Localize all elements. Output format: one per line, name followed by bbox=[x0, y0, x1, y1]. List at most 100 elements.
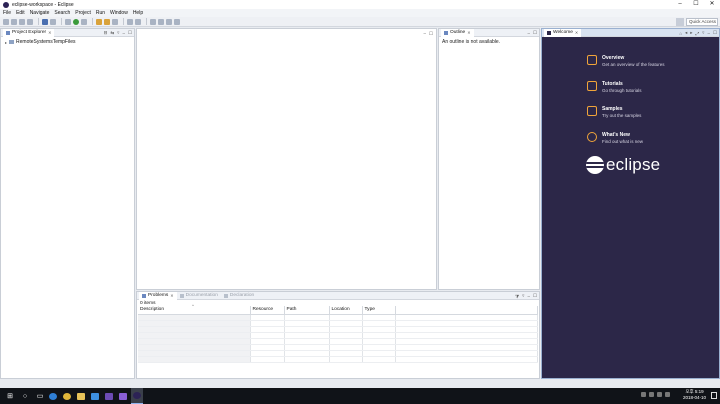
file-explorer-icon[interactable] bbox=[75, 388, 87, 404]
new-java-project-icon[interactable] bbox=[96, 18, 102, 25]
back-icon[interactable] bbox=[166, 18, 172, 25]
close-icon[interactable]: ✕ bbox=[170, 292, 173, 300]
new-class-icon[interactable] bbox=[112, 18, 118, 25]
column-header-location[interactable]: Location bbox=[329, 306, 363, 315]
window-controls: – ☐ ✕ bbox=[672, 0, 720, 9]
search-toolbar-icon[interactable] bbox=[135, 18, 141, 25]
maximize-view-icon[interactable]: ☐ bbox=[713, 30, 717, 36]
welcome-item-tutorials[interactable]: Tutorials Go through tutorials bbox=[587, 81, 642, 93]
project-explorer-panel: Project Explorer ✕ ⊟ ⇆ ▿ – ☐ ▸ RemoteSys… bbox=[0, 28, 135, 379]
tab-label: Problems bbox=[148, 292, 169, 298]
open-perspective-icon[interactable] bbox=[676, 18, 684, 26]
welcome-item-overview[interactable]: Overview Get an overview of the features bbox=[587, 55, 665, 67]
eclipse-icon[interactable] bbox=[131, 388, 143, 404]
vs-icon[interactable] bbox=[103, 388, 115, 404]
view-toolbar: ⧩ ▿ – ☐ bbox=[512, 292, 537, 300]
close-icon[interactable]: ✕ bbox=[467, 29, 470, 37]
menu-navigate[interactable]: Navigate bbox=[30, 10, 50, 16]
maximize-view-icon[interactable]: ☐ bbox=[533, 293, 537, 299]
store-icon[interactable] bbox=[89, 388, 101, 404]
back-nav-icon[interactable]: ◂ bbox=[685, 30, 687, 36]
column-header-path[interactable]: Path bbox=[284, 306, 330, 315]
debug-icon[interactable] bbox=[42, 18, 48, 25]
tab-welcome[interactable]: Welcome ✕ bbox=[544, 28, 582, 37]
home-icon[interactable]: ⌂ bbox=[679, 31, 682, 36]
tab-documentation[interactable]: Documentation bbox=[177, 292, 221, 300]
menu-help[interactable]: Help bbox=[133, 10, 143, 16]
view-menu-icon[interactable]: ▿ bbox=[522, 293, 524, 299]
maximize-view-icon[interactable]: ☐ bbox=[128, 30, 132, 36]
view-menu-icon[interactable]: ▿ bbox=[702, 30, 704, 36]
collapse-all-icon[interactable]: ⊟ bbox=[104, 30, 108, 36]
tree-item[interactable]: ▸ RemoteSystemsTempFiles bbox=[1, 37, 134, 45]
expand-arrow-icon[interactable]: ▸ bbox=[5, 40, 7, 45]
menu-file[interactable]: File bbox=[3, 10, 11, 16]
external-tools-icon[interactable] bbox=[81, 18, 87, 25]
menu-window[interactable]: Window bbox=[110, 10, 128, 16]
save-all-icon[interactable] bbox=[19, 18, 25, 25]
column-header-resource[interactable]: Resource bbox=[250, 306, 285, 315]
notification-icon[interactable] bbox=[711, 392, 717, 399]
visual-studio-icon[interactable] bbox=[117, 388, 129, 404]
maximize-editor-icon[interactable]: ☐ bbox=[429, 31, 433, 37]
link-editor-icon[interactable]: ⇆ bbox=[110, 30, 114, 36]
windows-icon[interactable]: ⊞ bbox=[5, 391, 15, 401]
welcome-item-desc: Get an overview of the features bbox=[602, 62, 665, 67]
next-annotation-icon[interactable] bbox=[150, 18, 156, 25]
tab-problems[interactable]: Problems ✕ bbox=[139, 291, 177, 300]
chevron-up-icon[interactable] bbox=[641, 392, 646, 397]
toolbar-separator bbox=[61, 18, 62, 25]
view-menu-icon[interactable]: ▿ bbox=[117, 30, 119, 36]
minimize-view-icon[interactable]: – bbox=[527, 31, 530, 36]
column-header-description[interactable]: ^ Description bbox=[138, 303, 251, 315]
chrome-icon[interactable] bbox=[61, 388, 73, 404]
new-package-icon[interactable] bbox=[104, 18, 110, 25]
skip-breakpoints-icon[interactable] bbox=[50, 18, 56, 25]
close-icon[interactable]: ✕ bbox=[48, 29, 51, 37]
system-tray bbox=[638, 392, 670, 397]
volume-icon[interactable] bbox=[657, 392, 662, 397]
task-view-icon[interactable]: ▭ bbox=[35, 391, 45, 401]
minimize-view-icon[interactable]: – bbox=[527, 294, 530, 299]
run-icon[interactable] bbox=[73, 18, 79, 25]
filter-icon[interactable]: ⧩ bbox=[515, 294, 519, 299]
restore-icon[interactable]: ⤢ bbox=[696, 31, 700, 36]
menu-edit[interactable]: Edit bbox=[16, 10, 25, 16]
tab-outline[interactable]: Outline ✕ bbox=[441, 28, 474, 37]
minimize-view-icon[interactable]: – bbox=[707, 31, 710, 36]
menu-project[interactable]: Project bbox=[75, 10, 91, 16]
edge-icon[interactable] bbox=[47, 388, 59, 404]
maximize-view-icon[interactable]: ☐ bbox=[533, 30, 537, 36]
taskbar-clock[interactable]: 오후 5:19 2018-04-10 bbox=[683, 389, 706, 401]
tab-label: Project Explorer bbox=[12, 29, 47, 35]
welcome-item-desc: Try out the samples bbox=[602, 113, 642, 118]
toolbar-separator bbox=[38, 18, 39, 25]
forward-icon[interactable] bbox=[174, 18, 180, 25]
minimize-view-icon[interactable]: – bbox=[122, 31, 125, 36]
tab-declaration[interactable]: Declaration bbox=[221, 292, 257, 300]
welcome-item-desc: Find out what is new bbox=[602, 139, 644, 144]
forward-nav-icon[interactable]: ▸ bbox=[690, 30, 692, 36]
minimize-editor-icon[interactable]: – bbox=[423, 31, 426, 37]
previous-annotation-icon[interactable] bbox=[158, 18, 164, 25]
print-icon[interactable] bbox=[27, 18, 33, 25]
language-icon[interactable] bbox=[665, 392, 670, 397]
column-header-type[interactable]: Type bbox=[362, 306, 396, 315]
welcome-item-samples[interactable]: Samples Try out the samples bbox=[587, 106, 641, 118]
search-icon[interactable]: ○ bbox=[20, 391, 30, 401]
quick-access-field[interactable]: Quick Access bbox=[686, 18, 718, 26]
bug-icon[interactable] bbox=[65, 18, 71, 25]
new-icon[interactable] bbox=[3, 18, 9, 25]
close-icon[interactable]: ✕ bbox=[575, 29, 578, 37]
view-toolbar: ⌂ ◂ ▸ ⤢ ▿ – ☐ bbox=[676, 29, 717, 37]
open-type-icon[interactable] bbox=[127, 18, 133, 25]
menu-run[interactable]: Run bbox=[96, 10, 105, 16]
close-button[interactable]: ✕ bbox=[704, 0, 720, 9]
maximize-button[interactable]: ☐ bbox=[688, 0, 704, 9]
minimize-button[interactable]: – bbox=[672, 0, 688, 9]
welcome-item-whats-new[interactable]: What's New Find out what is new bbox=[587, 132, 643, 144]
save-icon[interactable] bbox=[11, 18, 17, 25]
menu-search[interactable]: Search bbox=[54, 10, 70, 16]
network-icon[interactable] bbox=[649, 392, 654, 397]
tab-project-explorer[interactable]: Project Explorer ✕ bbox=[3, 28, 55, 37]
